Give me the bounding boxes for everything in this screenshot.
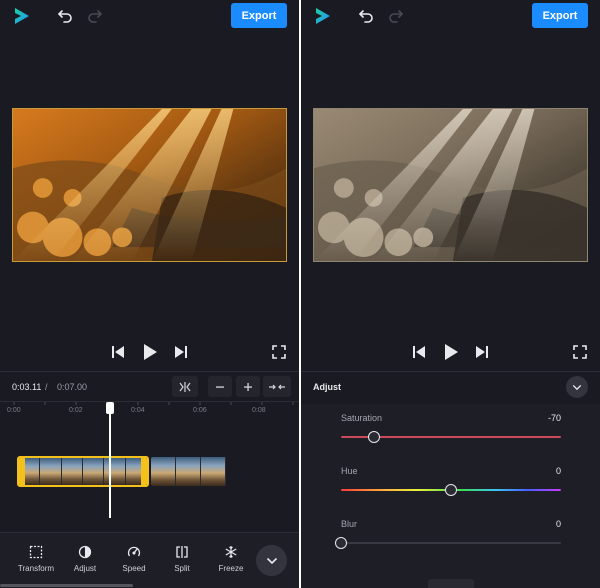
tool-transform[interactable]: Transform — [12, 545, 60, 573]
fit-timeline-button[interactable] — [172, 376, 198, 397]
ruler-tick: 0:00 — [7, 407, 21, 414]
snowflake-icon — [225, 546, 237, 558]
export-button[interactable]: Export — [231, 3, 287, 28]
trim-handle-right[interactable] — [141, 458, 147, 485]
plus-icon — [244, 382, 252, 391]
playhead-line[interactable] — [109, 403, 111, 518]
fullscreen-icon[interactable] — [573, 345, 587, 359]
tool-freeze[interactable]: Freeze — [207, 545, 255, 573]
current-time: 0:03.11 — [12, 382, 42, 392]
zoom-out-button[interactable] — [208, 376, 232, 397]
fullscreen-icon[interactable] — [272, 345, 286, 359]
tool-label: Freeze — [218, 564, 244, 573]
saturation-slider-thumb[interactable] — [368, 431, 380, 443]
play-icon[interactable] — [443, 343, 459, 361]
skip-previous-icon[interactable] — [412, 345, 426, 359]
adjust-icon — [78, 545, 92, 559]
ruler-tick: 0:02 — [69, 407, 83, 414]
skip-next-icon[interactable] — [475, 345, 489, 359]
total-duration: 0:07.00 — [57, 382, 88, 392]
saturation-label: Saturation — [341, 413, 383, 423]
video-clip[interactable] — [151, 457, 227, 486]
ruler-tick: 0:06 — [193, 407, 207, 414]
app-logo-icon — [316, 8, 330, 24]
zoom-in-button[interactable] — [236, 376, 260, 397]
minus-icon — [216, 385, 224, 388]
bottom-toolbar: Transform Adjust Speed Split Freeze — [0, 532, 299, 588]
tool-label: Transform — [17, 564, 55, 573]
chevron-down-icon — [266, 557, 277, 564]
collapse-timeline-button[interactable] — [263, 376, 291, 397]
fit-icon — [179, 381, 191, 392]
blur-value: 0 — [555, 519, 561, 529]
blur-slider-track[interactable] — [341, 542, 561, 544]
collapse-toolbar-button[interactable] — [256, 545, 287, 576]
app-logo-icon — [15, 8, 29, 24]
video-frame-image — [13, 109, 286, 261]
redo-icon[interactable] — [387, 7, 405, 25]
export-button[interactable]: Export — [532, 3, 588, 28]
tool-label: Split — [174, 564, 190, 573]
video-preview[interactable] — [12, 108, 287, 262]
split-icon — [176, 546, 188, 558]
clip-thumbnails — [151, 457, 227, 486]
editor-panel-adjust: Export Adjust Saturation -70 Hue 0 Blur … — [301, 0, 600, 588]
time-separator: / — [45, 382, 48, 392]
undo-icon[interactable] — [56, 7, 74, 25]
tool-adjust[interactable]: Adjust — [61, 545, 109, 573]
transform-icon — [29, 545, 43, 559]
playhead-handle[interactable] — [106, 402, 114, 414]
divider — [0, 371, 299, 372]
tool-speed[interactable]: Speed — [110, 545, 158, 573]
collapse-arrows-icon — [269, 384, 285, 389]
chevron-down-icon — [572, 384, 582, 390]
trim-handle-left[interactable] — [19, 458, 25, 485]
speed-icon — [127, 546, 141, 557]
hue-label: Hue — [341, 466, 358, 476]
video-frame-image — [314, 109, 587, 261]
ruler-tick: 0:04 — [131, 407, 145, 414]
play-icon[interactable] — [142, 343, 158, 361]
hue-slider-thumb[interactable] — [445, 484, 457, 496]
divider — [301, 371, 600, 372]
undo-icon[interactable] — [357, 7, 375, 25]
skip-previous-icon[interactable] — [111, 345, 125, 359]
clip-thumbnails — [19, 458, 147, 485]
tool-label: Adjust — [73, 564, 97, 573]
toolbar-scrollbar[interactable] — [0, 584, 133, 587]
redo-icon[interactable] — [86, 7, 104, 25]
adjust-sliders-area — [301, 404, 600, 588]
selected-video-clip[interactable] — [17, 456, 149, 487]
tool-split[interactable]: Split — [158, 545, 206, 573]
close-adjust-button[interactable] — [566, 376, 588, 398]
adjust-panel-title: Adjust — [313, 382, 341, 392]
blur-label: Blur — [341, 519, 358, 529]
video-preview[interactable] — [313, 108, 588, 262]
editor-panel-timeline: Export 0:03.11 / 0:07.00 0:00 0:02 0:04 … — [0, 0, 299, 588]
hue-value: 0 — [555, 466, 561, 476]
ruler-tick: 0:08 — [252, 407, 266, 414]
tool-label: Speed — [122, 564, 146, 573]
skip-next-icon[interactable] — [174, 345, 188, 359]
bottom-tab-handle — [428, 579, 474, 588]
blur-slider-thumb[interactable] — [335, 537, 347, 549]
saturation-value: -70 — [547, 413, 561, 423]
